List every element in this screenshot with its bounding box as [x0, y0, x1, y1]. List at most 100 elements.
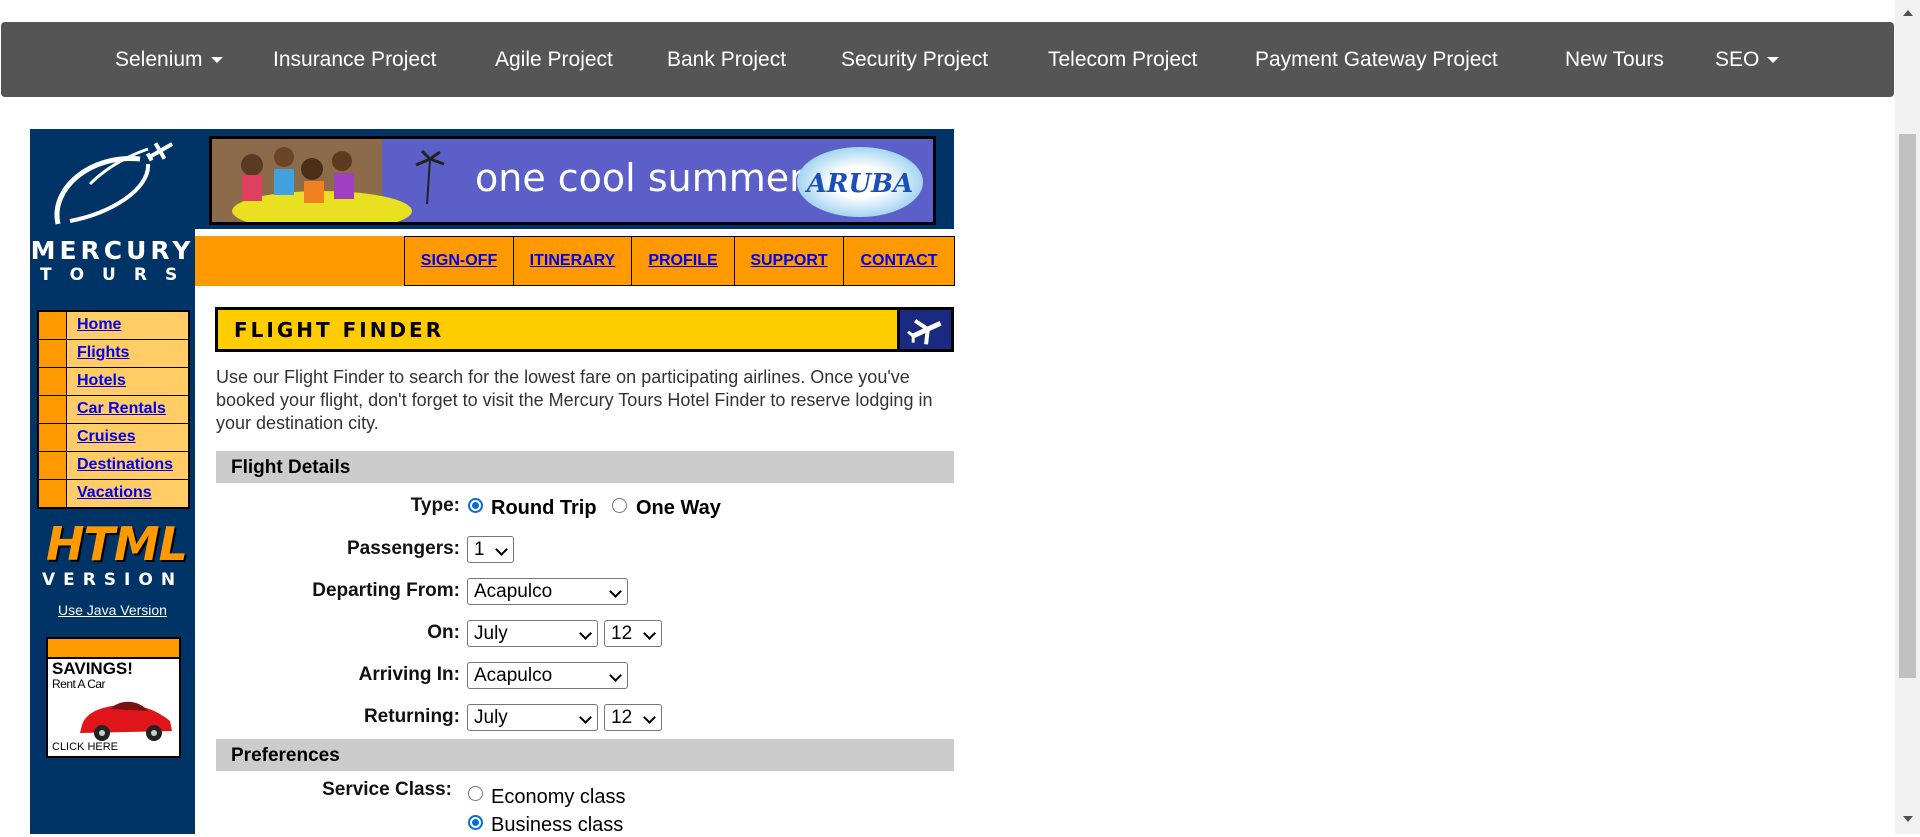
top-link-cell: SUPPORT: [735, 236, 844, 286]
passengers-select[interactable]: 1: [467, 536, 514, 563]
departing-from-select[interactable]: Acapulco: [467, 578, 628, 605]
nav-item-security-project[interactable]: Security Project: [841, 22, 988, 97]
top-links: SIGN-OFF ITINERARY PROFILE SUPPORT CONTA…: [404, 236, 955, 286]
nav-item-telecom-project[interactable]: Telecom Project: [1048, 22, 1197, 97]
aruba-banner[interactable]: one cool summer ARUBA: [209, 136, 936, 225]
top-link-cell: ITINERARY: [514, 236, 632, 286]
chevron-down-icon: [579, 711, 592, 724]
sidebar-link-hotels[interactable]: Hotels: [77, 372, 126, 390]
one-way-radio[interactable]: [612, 498, 627, 513]
passengers-label: Passengers:: [346, 538, 460, 559]
sidebar-link-flights[interactable]: Flights: [77, 344, 129, 362]
section-title: Preferences: [231, 745, 340, 766]
nav-item-agile-project[interactable]: Agile Project: [495, 22, 613, 97]
mercury-tours-logo[interactable]: MERCURY TOURS: [30, 129, 195, 289]
chevron-down-icon: [643, 627, 656, 640]
scroll-down-arrow-icon[interactable]: [1903, 816, 1913, 822]
menu-bullet: [39, 396, 67, 423]
returning-day-select[interactable]: 12: [604, 704, 662, 731]
returning-day-value: 12: [611, 707, 633, 728]
one-way-label: One Way: [636, 497, 721, 519]
menu-bullet: [39, 340, 67, 367]
chevron-down-icon: [643, 711, 656, 724]
type-label: Type:: [410, 495, 460, 516]
logo-text-tours: TOURS: [40, 265, 196, 285]
arriving-in-select[interactable]: Acapulco: [467, 662, 628, 689]
aruba-logo-text: ARUBA: [806, 169, 914, 199]
departing-day-select[interactable]: 12: [604, 620, 662, 647]
round-trip-label: Round Trip: [491, 497, 597, 519]
sidebar-link-destinations[interactable]: Destinations: [77, 456, 173, 474]
sidebar-item-destinations: Destinations: [39, 452, 188, 479]
nav-item-label: SEO: [1715, 48, 1760, 71]
business-class-radio[interactable]: [468, 815, 483, 830]
chevron-down-icon: [579, 627, 592, 640]
vertical-scrollbar[interactable]: [1895, 0, 1920, 834]
use-java-version-link[interactable]: Use Java Version: [30, 602, 195, 618]
flight-finder-intro: Use our Flight Finder to search for the …: [216, 367, 933, 433]
economy-class-radio[interactable]: [468, 786, 483, 801]
nav-item-label: Selenium: [115, 48, 203, 71]
flight-finder-header: FLIGHT FINDER: [215, 307, 954, 352]
banner-slogan: one cool summer: [475, 156, 805, 200]
nav-item-seo[interactable]: SEO: [1715, 22, 1780, 97]
swoosh-plane-icon: [54, 142, 174, 225]
nav-item-insurance-project[interactable]: Insurance Project: [273, 22, 436, 97]
nav-item-selenium[interactable]: Selenium: [115, 22, 223, 97]
arriving-in-label: Arriving In:: [358, 664, 460, 685]
chevron-down-icon: [609, 669, 622, 682]
departing-month-select[interactable]: July: [467, 620, 598, 647]
chevron-down-icon: [609, 585, 622, 598]
menu-bullet: [39, 312, 67, 339]
ad-click-here: CLICK HERE: [52, 741, 119, 753]
nav-item-bank-project[interactable]: Bank Project: [667, 22, 786, 97]
profile-link[interactable]: PROFILE: [648, 252, 717, 270]
top-link-cell: SIGN-OFF: [404, 236, 514, 286]
sidebar-item-car-rentals: Car Rentals: [39, 396, 188, 423]
sidebar-item-hotels: Hotels: [39, 368, 188, 395]
departing-from-value: Acapulco: [474, 581, 553, 602]
preferences-header: Preferences: [216, 739, 954, 771]
on-label: On:: [427, 622, 460, 643]
scrollbar-thumb[interactable]: [1899, 134, 1916, 678]
economy-class-label: Economy class: [491, 786, 626, 808]
departing-from-label: Departing From:: [312, 580, 460, 601]
menu-bullet: [39, 424, 67, 451]
left-sidebar: MERCURY TOURS Home Flights Hotels Car Re…: [30, 129, 195, 834]
service-class-label: Service Class:: [322, 779, 452, 800]
logo-text-mercury: MERCURY: [30, 236, 195, 265]
chevron-down-icon: [495, 543, 508, 556]
passengers-value: 1: [474, 539, 485, 560]
menu-bullet: [39, 452, 67, 479]
sidebar-menu: Home Flights Hotels Car Rentals Cruises …: [37, 310, 190, 509]
support-link[interactable]: SUPPORT: [750, 252, 827, 270]
scroll-up-arrow-icon[interactable]: [1903, 10, 1913, 16]
menu-bullet: [39, 368, 67, 395]
returning-month-value: July: [474, 707, 508, 728]
sign-off-link[interactable]: SIGN-OFF: [421, 252, 497, 270]
beach-photo-image: [212, 139, 477, 222]
sidebar-link-home[interactable]: Home: [77, 316, 121, 334]
sidebar-item-cruises: Cruises: [39, 424, 188, 451]
returning-label: Returning:: [363, 706, 460, 727]
caret-down-icon: [210, 57, 223, 64]
arriving-in-value: Acapulco: [474, 665, 553, 686]
nav-item-payment-gateway-project[interactable]: Payment Gateway Project: [1255, 22, 1498, 97]
caret-down-icon: [1767, 57, 1780, 64]
flight-finder-title: FLIGHT FINDER: [234, 318, 445, 342]
round-trip-radio[interactable]: [468, 498, 483, 513]
sidebar-link-cruises[interactable]: Cruises: [77, 428, 136, 446]
nav-item-new-tours[interactable]: New Tours: [1565, 22, 1664, 97]
departing-month-value: July: [474, 623, 508, 644]
sidebar-item-home: Home: [39, 312, 188, 339]
itinerary-link[interactable]: ITINERARY: [530, 252, 616, 270]
sidebar-link-car-rentals[interactable]: Car Rentals: [77, 400, 166, 418]
returning-month-select[interactable]: July: [467, 704, 598, 731]
rent-a-car-ad[interactable]: SAVINGS! Rent A Car CLICK HERE: [46, 637, 181, 758]
plane-icon: [897, 310, 951, 349]
sidebar-item-flights: Flights: [39, 340, 188, 367]
contact-link[interactable]: CONTACT: [860, 252, 937, 270]
departing-day-value: 12: [611, 623, 633, 644]
top-navbar: Selenium Insurance Project Agile Project…: [1, 22, 1894, 97]
top-link-cell: CONTACT: [844, 236, 955, 286]
